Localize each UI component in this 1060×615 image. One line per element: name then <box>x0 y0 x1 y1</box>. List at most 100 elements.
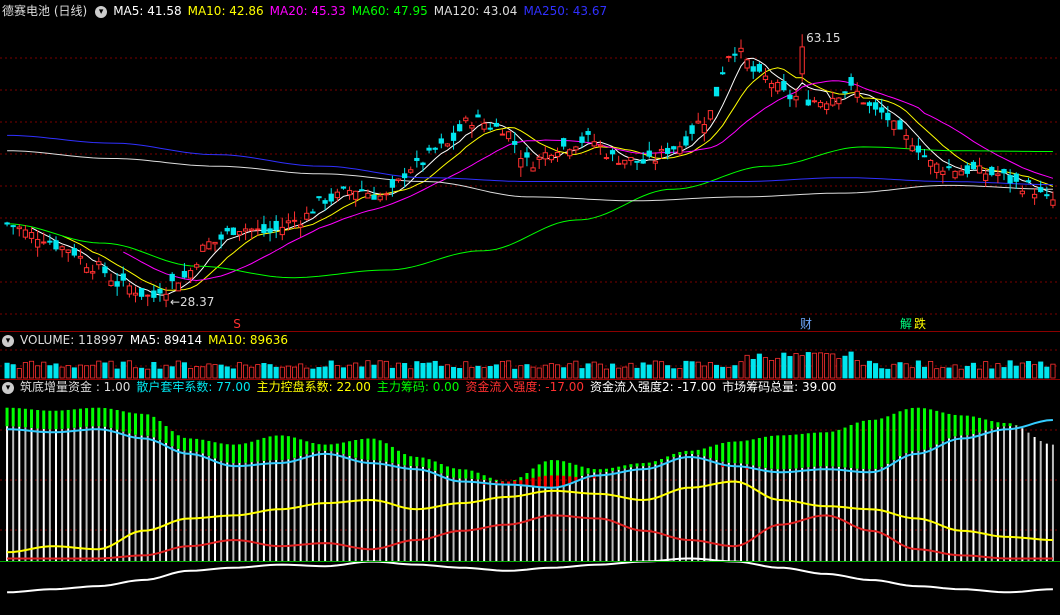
candle-body <box>218 234 224 240</box>
volume-bar <box>291 366 298 379</box>
volume-bar <box>457 368 463 379</box>
volume-bar <box>518 365 524 379</box>
volume-bar <box>750 358 756 379</box>
event-marker: 财 <box>800 317 812 331</box>
volume-bar <box>683 360 689 379</box>
candle-body <box>279 226 285 236</box>
candle-body <box>371 194 377 200</box>
candle-body <box>518 158 524 168</box>
volume-bar <box>322 366 328 379</box>
volume-bar <box>175 360 181 379</box>
candle-body <box>175 282 181 292</box>
candle-body <box>616 162 622 165</box>
candle-body <box>457 124 463 132</box>
candle-body <box>750 66 756 72</box>
volume-bar <box>475 365 481 379</box>
candle-body <box>530 167 536 172</box>
candle-body <box>169 273 175 282</box>
volume-bar <box>744 354 750 379</box>
candle-body <box>1019 190 1026 195</box>
candle-body <box>145 294 151 297</box>
candle-body <box>915 145 922 153</box>
candle-body <box>242 228 249 232</box>
candle-body <box>401 173 408 179</box>
volume-bar <box>989 368 995 379</box>
candle-body <box>958 170 964 176</box>
candle-body <box>120 273 126 281</box>
volume-bar <box>59 366 65 379</box>
candle-body <box>316 196 322 199</box>
ma-line-ma250 <box>7 134 1053 186</box>
candle-body <box>560 138 567 147</box>
volume-bar <box>903 363 909 379</box>
volume-bar <box>102 362 108 379</box>
volume-bar <box>212 364 218 379</box>
candle-body <box>108 280 114 286</box>
stock-chart[interactable]: 63.15 ←28.37 S 财 解跌 <box>0 0 1060 615</box>
volume-bar <box>35 365 41 379</box>
volume-bar <box>964 365 970 379</box>
volume-bar <box>493 364 499 379</box>
volume-bar <box>756 353 762 379</box>
volume-bar <box>597 363 603 379</box>
candle-body <box>383 193 389 196</box>
candle-body <box>976 165 983 174</box>
candle-body <box>267 228 273 233</box>
line-fund-inflow <box>7 514 1053 560</box>
line-fund-inflow-2 <box>7 557 1053 594</box>
candle-body <box>726 56 732 59</box>
candle-body <box>499 133 506 136</box>
candle-body <box>964 165 970 174</box>
candle-body <box>249 228 255 231</box>
event-marker: S <box>233 317 241 331</box>
volume-bar <box>28 360 35 379</box>
volume-bar <box>915 360 921 379</box>
volume-bar <box>71 367 77 379</box>
candle-body <box>28 232 35 239</box>
volume-bar <box>340 367 346 379</box>
volume-bar <box>487 366 493 379</box>
candle-body <box>377 195 383 201</box>
volume-bar <box>365 360 371 379</box>
candle-body <box>47 240 53 243</box>
candle-body <box>927 159 934 167</box>
candle-body <box>622 159 628 165</box>
candle-body <box>77 255 84 259</box>
candle-body <box>646 150 652 157</box>
candle-body <box>151 290 157 298</box>
volume-bar <box>224 366 230 379</box>
volume-bar <box>249 366 255 379</box>
candle-body <box>609 150 616 155</box>
volume-bar <box>310 368 316 379</box>
volume-bar <box>873 363 879 379</box>
volume-bar <box>243 364 249 379</box>
volume-bar <box>96 360 102 379</box>
candle-body <box>273 220 279 231</box>
candle-body <box>450 132 457 141</box>
candle-body <box>658 148 665 152</box>
volume-bar <box>775 357 781 379</box>
volume-bar <box>22 362 28 379</box>
candle-body <box>22 229 29 238</box>
volume-bar <box>414 361 420 379</box>
candle-body <box>597 144 603 147</box>
volume-bar <box>634 367 640 379</box>
volume-bar <box>793 353 799 379</box>
candle-body <box>1044 194 1050 197</box>
volume-bar <box>891 363 897 379</box>
candle-body <box>640 159 646 164</box>
volume-bar <box>646 364 652 379</box>
candle-body <box>1025 180 1032 183</box>
volume-bar <box>285 365 291 379</box>
candle-body <box>701 124 707 134</box>
volume-bar <box>512 368 518 379</box>
volume-bar <box>591 361 597 379</box>
candle-body <box>102 266 108 274</box>
candle-body <box>536 156 542 160</box>
candle-body <box>334 191 340 199</box>
ma-line-ma10 <box>61 67 1054 291</box>
candle-body <box>585 131 591 135</box>
volume-bar <box>432 360 438 379</box>
candle-body <box>41 241 47 244</box>
volume-bar <box>139 367 145 379</box>
